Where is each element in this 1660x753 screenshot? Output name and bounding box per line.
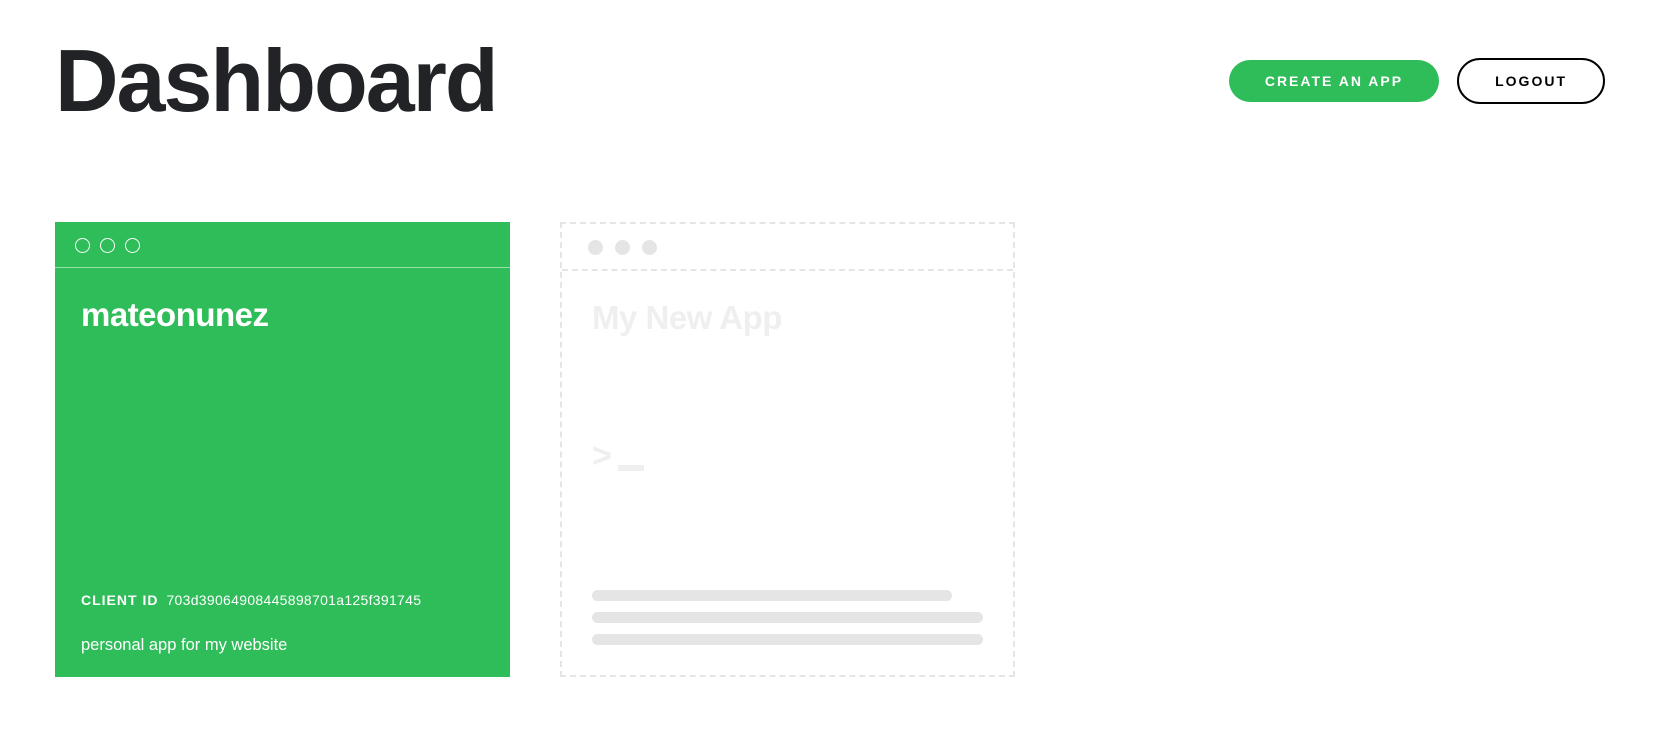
create-app-button[interactable]: CREATE AN APP (1229, 60, 1439, 102)
client-id-value: 703d39064908445898701a125f391745 (166, 592, 421, 608)
placeholder-body: My New App > (562, 271, 1013, 675)
logout-button[interactable]: LOGOUT (1457, 58, 1605, 104)
placeholder-line-icon (592, 634, 983, 645)
window-dot-icon (75, 238, 90, 253)
apps-grid: mateonunez CLIENT ID 703d390649084458987… (55, 222, 1605, 677)
placeholder-lines (592, 590, 983, 645)
window-dot-icon (642, 240, 657, 255)
card-footer: CLIENT ID 703d39064908445898701a125f3917… (81, 592, 484, 655)
terminal-prompt-icon: > (592, 437, 983, 476)
placeholder-app-name: My New App (592, 299, 983, 337)
app-description: personal app for my website (81, 636, 484, 655)
prompt-caret: > (592, 437, 612, 476)
app-name: mateonunez (81, 296, 484, 334)
window-dot-icon (125, 238, 140, 253)
window-dot-icon (588, 240, 603, 255)
card-titlebar (55, 222, 510, 268)
client-id-row: CLIENT ID 703d39064908445898701a125f3917… (81, 592, 484, 608)
page-title: Dashboard (55, 30, 497, 132)
app-card[interactable]: mateonunez CLIENT ID 703d390649084458987… (55, 222, 510, 677)
placeholder-line-icon (592, 590, 952, 601)
header-actions: CREATE AN APP LOGOUT (1229, 58, 1605, 104)
prompt-cursor-icon (618, 465, 644, 471)
card-body: mateonunez CLIENT ID 703d390649084458987… (55, 268, 510, 677)
placeholder-titlebar (562, 224, 1013, 271)
window-dot-icon (615, 240, 630, 255)
new-app-placeholder-card[interactable]: My New App > (560, 222, 1015, 677)
placeholder-line-icon (592, 612, 983, 623)
window-dot-icon (100, 238, 115, 253)
header: Dashboard CREATE AN APP LOGOUT (55, 30, 1605, 132)
client-id-label: CLIENT ID (81, 592, 158, 608)
